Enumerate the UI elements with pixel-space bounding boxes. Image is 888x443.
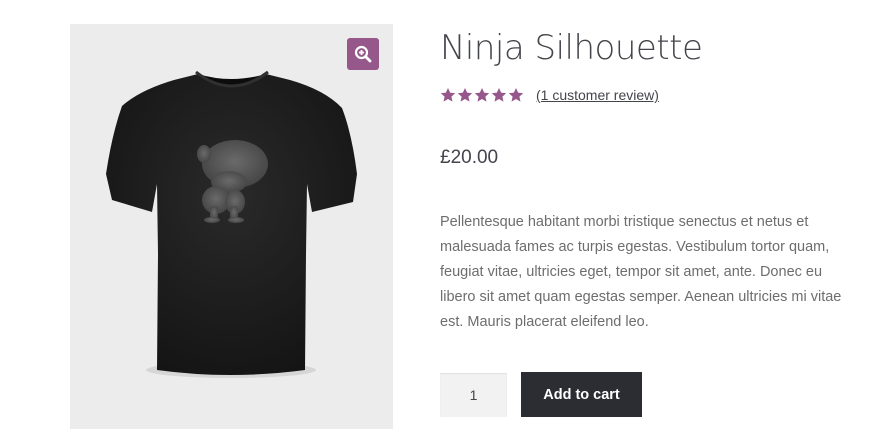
- zoom-in-icon: [354, 45, 372, 63]
- product-rating: (1 customer review): [440, 85, 659, 105]
- star-icon: [457, 88, 473, 102]
- product-page: Ninja Silhouette (1 customer review) £20…: [0, 0, 888, 443]
- add-to-cart-form: Add to cart: [440, 372, 642, 417]
- product-description: Pellentesque habitant morbi tristique se…: [440, 214, 842, 330]
- product-price: £20.00: [440, 147, 499, 168]
- add-to-cart-button[interactable]: Add to cart: [521, 372, 642, 417]
- product-title: Ninja Silhouette: [440, 28, 703, 68]
- customer-review-link[interactable]: (1 customer review): [536, 87, 659, 103]
- tshirt-shape: [106, 74, 357, 375]
- quantity-input[interactable]: [440, 372, 507, 417]
- star-icon: [508, 88, 524, 102]
- product-gallery: [70, 24, 393, 429]
- product-image[interactable]: [70, 24, 393, 429]
- star-icon: [491, 88, 507, 102]
- star-icon: [474, 88, 490, 102]
- zoom-button[interactable]: [347, 38, 379, 70]
- star-icon: [440, 88, 456, 102]
- star-rating: [440, 87, 524, 103]
